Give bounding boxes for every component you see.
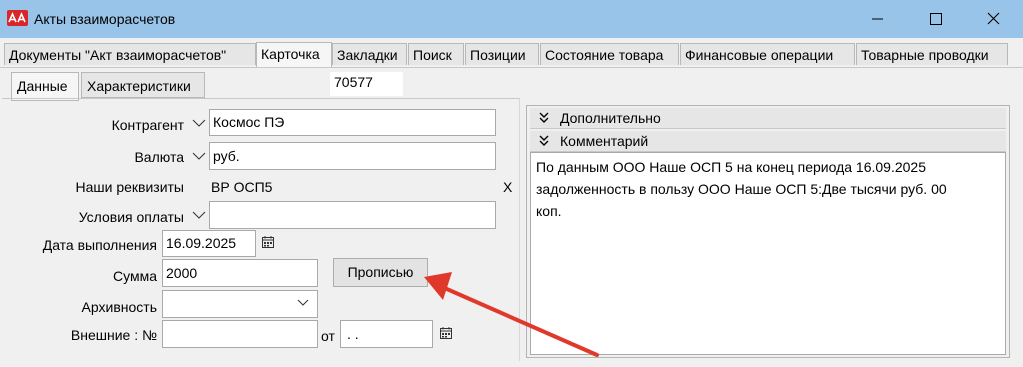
external-number-field[interactable]	[162, 320, 318, 348]
amount-field[interactable]: 2000	[162, 259, 318, 287]
chevron-down-icon[interactable]	[190, 146, 208, 166]
payment-terms-field[interactable]	[209, 201, 496, 229]
tab-financial-operations[interactable]: Финансовые операции	[680, 43, 855, 65]
in-words-button[interactable]: Прописью	[333, 258, 428, 287]
window-title: Акты взаиморасчетов	[34, 11, 176, 27]
external-date-field[interactable]: . .	[340, 320, 433, 348]
comment-line: коп.	[536, 203, 562, 219]
tab-goods-state[interactable]: Состояние товара	[540, 43, 679, 65]
document-number: 70577	[330, 72, 403, 96]
tab-bookmarks[interactable]: Закладки	[332, 43, 407, 65]
clear-requisites-button[interactable]: X	[503, 179, 512, 195]
completion-date-field[interactable]: 16.09.2025	[162, 230, 256, 257]
tab-positions[interactable]: Позиции	[465, 43, 539, 65]
details-panel: Дополнительно Комментарий По данным ООО …	[526, 105, 1010, 358]
chevron-down-icon[interactable]	[190, 205, 208, 225]
comment-line: По данным ООО Наше ОСП 5 на конец период…	[536, 159, 926, 175]
window-titlebar: Акты взаиморасчетов	[0, 0, 1023, 38]
comment-textarea[interactable]: По данным ООО Наше ОСП 5 на конец период…	[530, 152, 1006, 355]
calendar-icon[interactable]	[439, 326, 453, 343]
tab-documents[interactable]: Документы "Акт взаиморасчетов"	[4, 43, 256, 65]
counterparty-label: Контрагент	[111, 117, 184, 133]
tab-card[interactable]: Карточка	[256, 42, 332, 67]
comment-line: задолженность в пользу ООО Наше ОСП 5:Дв…	[536, 181, 947, 197]
tab-goods-postings[interactable]: Товарные проводки	[856, 43, 1008, 65]
subtab-characteristics[interactable]: Характеристики	[81, 72, 205, 98]
requisites-value[interactable]: ВР ОСП5	[211, 179, 272, 195]
external-number-label: Внешние : №	[70, 327, 157, 343]
comment-section-title: Комментарий	[560, 133, 649, 149]
currency-label: Валюта	[134, 149, 184, 165]
app-logo-icon	[7, 10, 28, 26]
minimize-button[interactable]	[850, 0, 906, 38]
maximize-button[interactable]	[908, 0, 964, 38]
tab-search[interactable]: Поиск	[408, 43, 464, 65]
payment-terms-label: Условия оплаты	[78, 209, 184, 225]
external-date-from-label: от	[321, 328, 335, 344]
close-button[interactable]	[966, 0, 1022, 38]
archive-select[interactable]	[162, 290, 318, 318]
comment-section-header[interactable]: Комментарий	[530, 131, 1006, 152]
additional-section-header[interactable]: Дополнительно	[530, 108, 1006, 129]
calendar-icon[interactable]	[261, 235, 275, 252]
main-tab-bar: Документы "Акт взаиморасчетов" Карточка …	[0, 42, 1023, 68]
requisites-label: Наши реквизиты	[75, 179, 184, 195]
amount-label: Сумма	[113, 268, 157, 284]
chevron-down-icon[interactable]	[190, 113, 208, 133]
archive-label: Архивность	[81, 299, 157, 315]
currency-field[interactable]: руб.	[209, 142, 496, 170]
counterparty-field[interactable]: Космос ПЭ	[209, 109, 496, 136]
additional-section-title: Дополнительно	[560, 110, 661, 126]
completion-date-label: Дата выполнения	[42, 237, 157, 253]
chevron-down-icon[interactable]	[296, 295, 310, 312]
subtab-data[interactable]: Данные	[11, 72, 79, 101]
